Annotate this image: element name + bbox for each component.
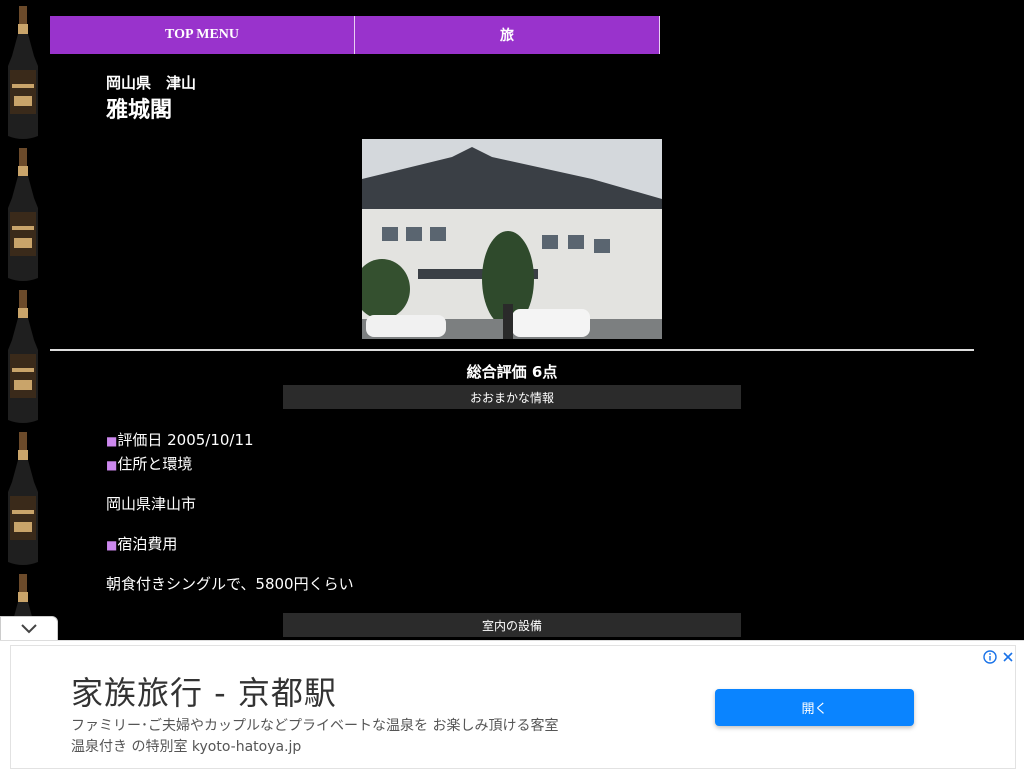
bottle-image xyxy=(8,6,38,139)
section-header-overview: おおまかな情報 xyxy=(283,385,741,409)
address-value: 岡山県津山市 xyxy=(106,495,197,513)
section-header-facilities: 室内の設備 xyxy=(283,613,741,637)
rating-date-row: ■評価日 2005/10/11 xyxy=(106,429,254,450)
close-icon[interactable] xyxy=(1001,650,1015,664)
rating-date-text: 評価日 2005/10/11 xyxy=(117,431,254,449)
ad-open-button[interactable]: 開く xyxy=(715,689,914,726)
ad-container[interactable]: 家族旅行 - 京都駅 ファミリー･ご夫婦やカップルなどプライベートな温泉を お楽… xyxy=(10,645,1016,769)
page-title: 雅城閣 xyxy=(106,98,173,123)
top-nav: TOP MENU 旅 xyxy=(50,16,660,54)
address-heading-row: ■住所と環境 xyxy=(106,453,192,474)
ad-description-line: ファミリー･ご夫婦やカップルなどプライベートな温泉を お楽しみ頂ける客室 xyxy=(71,718,559,734)
bottle-image xyxy=(8,290,38,423)
cost-heading: 宿泊費用 xyxy=(117,535,178,553)
ad-description: ファミリー･ご夫婦やカップルなどプライベートな温泉を お楽しみ頂ける客室 温泉付… xyxy=(71,716,631,758)
chevron-down-icon xyxy=(21,624,37,634)
divider xyxy=(50,349,974,351)
cost-value: 朝食付きシングルで、5800円くらい xyxy=(106,575,354,593)
address-heading: 住所と環境 xyxy=(117,455,193,473)
bottle-image xyxy=(8,148,38,281)
ad-title[interactable]: 家族旅行 - 京都駅 xyxy=(71,668,337,714)
bottle-image xyxy=(8,432,38,565)
nav-top-menu-link[interactable]: TOP MENU xyxy=(50,16,355,54)
nav-travel-link[interactable]: 旅 xyxy=(355,16,660,54)
ad-collapse-button[interactable] xyxy=(0,616,58,642)
bullet-square: ■ xyxy=(106,434,118,448)
overall-score: 総合評価 6点 xyxy=(466,363,558,381)
location-label: 岡山県 津山 xyxy=(106,74,197,92)
hotel-photo xyxy=(362,139,662,339)
bullet-square: ■ xyxy=(106,458,118,472)
decorative-bottle-strip xyxy=(0,0,46,640)
ad-description-line: 温泉付き の特別室 kyoto-hatoya.jp xyxy=(71,739,302,755)
ad-banner: 家族旅行 - 京都駅 ファミリー･ご夫婦やカップルなどプライベートな温泉を お楽… xyxy=(0,640,1024,769)
info-icon[interactable] xyxy=(983,650,997,664)
bullet-square: ■ xyxy=(106,538,118,552)
cost-heading-row: ■宿泊費用 xyxy=(106,533,177,554)
